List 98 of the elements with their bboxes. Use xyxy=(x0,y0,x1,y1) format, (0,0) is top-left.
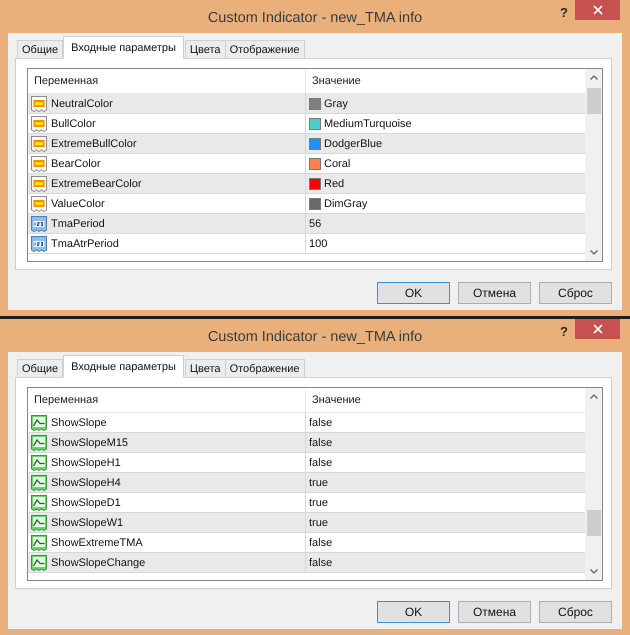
window-title: Custom Indicator - new_TMA info xyxy=(208,9,422,26)
color-gradient-icon xyxy=(31,96,47,112)
table-row[interactable]: BullColor MediumTurquoise xyxy=(28,114,585,134)
parameter-value: DimGray xyxy=(324,198,368,210)
tab[interactable]: Цвета xyxy=(184,40,226,59)
chevron-up-icon xyxy=(590,75,598,80)
table-row[interactable]: BearColor Coral xyxy=(28,154,585,174)
dialog-button[interactable]: Сброс xyxy=(539,282,612,304)
chevron-down-icon xyxy=(590,250,598,255)
table-row[interactable]: TmaPeriod 56 xyxy=(28,214,585,234)
parameter-value: 100 xyxy=(309,238,328,250)
slope-line-icon xyxy=(31,534,47,550)
chevron-up-icon xyxy=(590,394,598,399)
table-row[interactable]: ShowSlopeH1 false xyxy=(28,453,585,473)
slope-line-icon xyxy=(31,454,47,470)
slope-line-icon xyxy=(31,414,47,430)
parameter-value: Gray xyxy=(324,98,348,110)
slope-line-icon xyxy=(31,434,47,450)
parameter-value: Red xyxy=(324,178,344,190)
parameter-value: MediumTurquoise xyxy=(324,118,412,130)
parameter-name: ShowExtremeTMA xyxy=(51,536,143,548)
color-gradient-icon xyxy=(31,196,47,212)
table-row[interactable]: ShowSlopeChange false xyxy=(28,553,585,573)
parameter-name: ValueColor xyxy=(51,198,105,210)
window-title: Custom Indicator - new_TMA info xyxy=(208,328,422,345)
dialog-button[interactable]: Сброс xyxy=(539,601,612,623)
column-header[interactable]: Значение xyxy=(306,388,585,412)
parameter-name: ShowSlopeH4 xyxy=(51,476,121,488)
parameter-name: ShowSlopeH1 xyxy=(51,456,121,468)
parameter-value: true xyxy=(309,516,328,528)
column-header[interactable]: Значение xyxy=(306,69,585,93)
tab[interactable]: Входные параметры xyxy=(63,36,184,59)
parameter-name: ShowSlopeChange xyxy=(51,556,146,568)
close-button[interactable] xyxy=(575,0,620,20)
slope-line-icon xyxy=(31,474,47,490)
close-icon xyxy=(592,5,602,15)
parameter-name: BullColor xyxy=(51,118,96,130)
scrollbar[interactable] xyxy=(585,388,602,580)
tab[interactable]: Отображение xyxy=(224,40,304,59)
parameter-value: true xyxy=(309,476,328,488)
parameter-value: false xyxy=(309,456,332,468)
table-row[interactable]: ShowSlopeH4 true xyxy=(28,473,585,493)
parameter-value: 56 xyxy=(309,218,322,230)
column-header[interactable]: Переменная xyxy=(28,388,306,412)
parameter-name: ShowSlopeM15 xyxy=(51,436,128,448)
chevron-down-icon xyxy=(590,569,598,574)
table-row[interactable]: ValueColor DimGray xyxy=(28,194,585,214)
parameter-value: false xyxy=(309,556,332,568)
dialog-button[interactable]: OK xyxy=(377,601,450,623)
parameter-value: false xyxy=(309,416,332,428)
table-row[interactable]: ShowSlopeM15 false xyxy=(28,433,585,453)
parameter-name: ShowSlopeW1 xyxy=(51,516,124,528)
table-row[interactable]: ExtremeBearColor Red xyxy=(28,174,585,194)
color-gradient-icon xyxy=(31,116,47,132)
number-tile-icon xyxy=(31,216,47,232)
tab[interactable]: Цвета xyxy=(184,359,226,378)
tab[interactable]: Общие xyxy=(17,359,64,378)
table-row[interactable]: ShowSlopeW1 true xyxy=(28,513,585,533)
table-row[interactable]: ShowSlopeD1 true xyxy=(28,493,585,513)
scrollbar-thumb[interactable] xyxy=(586,88,600,114)
table-row[interactable]: ShowSlope false xyxy=(28,413,585,433)
dialog-button[interactable]: Отмена xyxy=(458,282,531,304)
table-row[interactable]: ShowExtremeTMA false xyxy=(28,533,585,553)
color-gradient-icon xyxy=(31,136,47,152)
help-button[interactable]: ? xyxy=(557,324,571,339)
scrollbar[interactable] xyxy=(585,69,602,261)
dialog-button[interactable]: Отмена xyxy=(458,601,531,623)
slope-line-icon xyxy=(31,514,47,530)
table-row[interactable]: TmaAtrPeriod 100 xyxy=(28,234,585,254)
parameter-value: false xyxy=(309,536,332,548)
column-header[interactable]: Переменная xyxy=(28,69,306,93)
parameter-value: true xyxy=(309,496,328,508)
scrollbar-thumb[interactable] xyxy=(586,510,600,536)
parameter-name: NeutralColor xyxy=(51,98,113,110)
tab[interactable]: Общие xyxy=(17,40,64,59)
slope-line-icon xyxy=(31,554,47,570)
parameter-value: Coral xyxy=(324,158,350,170)
dialog-button[interactable]: OK xyxy=(377,282,450,304)
parameter-name: ExtremeBearColor xyxy=(51,178,142,190)
close-button[interactable] xyxy=(575,319,620,339)
parameter-value: DodgerBlue xyxy=(324,138,382,150)
parameter-value: false xyxy=(309,436,332,448)
color-gradient-icon xyxy=(31,176,47,192)
slope-line-icon xyxy=(31,494,47,510)
help-button[interactable]: ? xyxy=(557,5,571,20)
parameter-name: BearColor xyxy=(51,158,101,170)
table-row[interactable]: ExtremeBullColor DodgerBlue xyxy=(28,134,585,154)
table-row[interactable]: NeutralColor Gray xyxy=(28,94,585,114)
tab[interactable]: Отображение xyxy=(224,359,304,378)
parameter-name: TmaAtrPeriod xyxy=(51,238,119,250)
color-gradient-icon xyxy=(31,156,47,172)
parameter-name: TmaPeriod xyxy=(51,218,105,230)
parameter-name: ShowSlope xyxy=(51,416,107,428)
parameter-name: ShowSlopeD1 xyxy=(51,496,121,508)
tab[interactable]: Входные параметры xyxy=(63,355,184,378)
parameter-name: ExtremeBullColor xyxy=(51,138,137,150)
close-icon xyxy=(592,324,602,334)
number-tile-icon xyxy=(31,236,47,252)
